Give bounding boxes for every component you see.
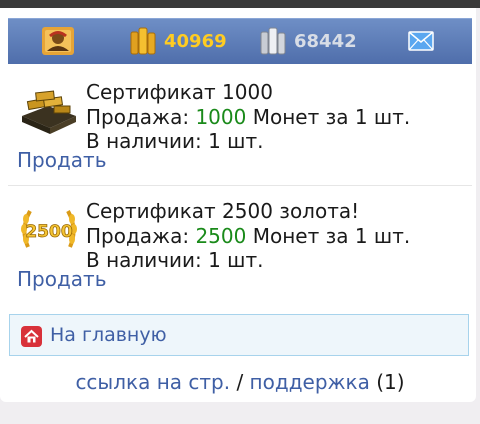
sell-button[interactable]: Продать [17, 148, 107, 172]
list-item: 2500 Сертификат 2500 золота! Продажа: 25… [8, 193, 472, 301]
price-label: Продажа: [86, 223, 196, 248]
avatar-icon [42, 27, 74, 55]
item-price: Продажа: 2500 Монет за 1 шт. [86, 224, 410, 249]
support-link[interactable]: поддержка [250, 370, 370, 394]
price-value: 2500 [195, 223, 247, 248]
gold-coins-icon [130, 27, 156, 55]
price-unit: Монет за 1 шт. [246, 104, 411, 129]
price-label: Продажа: [86, 104, 196, 129]
silver-coins-icon [260, 27, 286, 55]
gold-2500-laurel-icon: 2500 [18, 199, 80, 261]
item-price: Продажа: 1000 Монет за 1 шт. [86, 105, 410, 130]
gold-amount: 40969 [164, 30, 227, 52]
silver-counter[interactable]: 68442 [258, 18, 357, 64]
page-link[interactable]: ссылка на стр. [75, 370, 230, 394]
svg-text:2500: 2500 [25, 222, 72, 242]
home-icon [21, 326, 42, 347]
home-link[interactable]: На главную [9, 314, 469, 356]
item-stock: В наличии: 1 шт. [86, 129, 264, 153]
item-info: Сертификат 1000 Продажа: 1000 Монет за 1… [86, 80, 410, 154]
mail-button[interactable] [408, 18, 434, 64]
mail-icon [408, 31, 434, 51]
list-item: Сертификат 1000 Продажа: 1000 Монет за 1… [8, 74, 472, 182]
top-status-line [0, 0, 480, 8]
silver-amount: 68442 [294, 30, 357, 52]
item-title: Сертификат 1000 [86, 80, 273, 104]
footer: ссылка на стр. / поддержка (1) [0, 370, 480, 394]
item-stock: В наличии: 1 шт. [86, 248, 264, 272]
page-frame: 40969 68442 Сертификат 1000 Продажа: 100… [0, 8, 476, 402]
item-info: Сертификат 2500 золота! Продажа: 2500 Мо… [86, 199, 410, 273]
divider [8, 185, 472, 186]
price-value: 1000 [195, 104, 247, 129]
support-count: (1) [369, 370, 405, 394]
item-title: Сертификат 2500 золота! [86, 199, 360, 223]
gold-counter[interactable]: 40969 [128, 18, 227, 64]
price-unit: Монет за 1 шт. [246, 223, 411, 248]
gold-bars-icon [18, 86, 80, 148]
resource-bar: 40969 68442 [8, 18, 472, 64]
sell-button[interactable]: Продать [17, 267, 107, 291]
footer-separator: / [230, 370, 250, 394]
avatar-button[interactable] [42, 18, 74, 64]
home-label: На главную [50, 324, 167, 346]
